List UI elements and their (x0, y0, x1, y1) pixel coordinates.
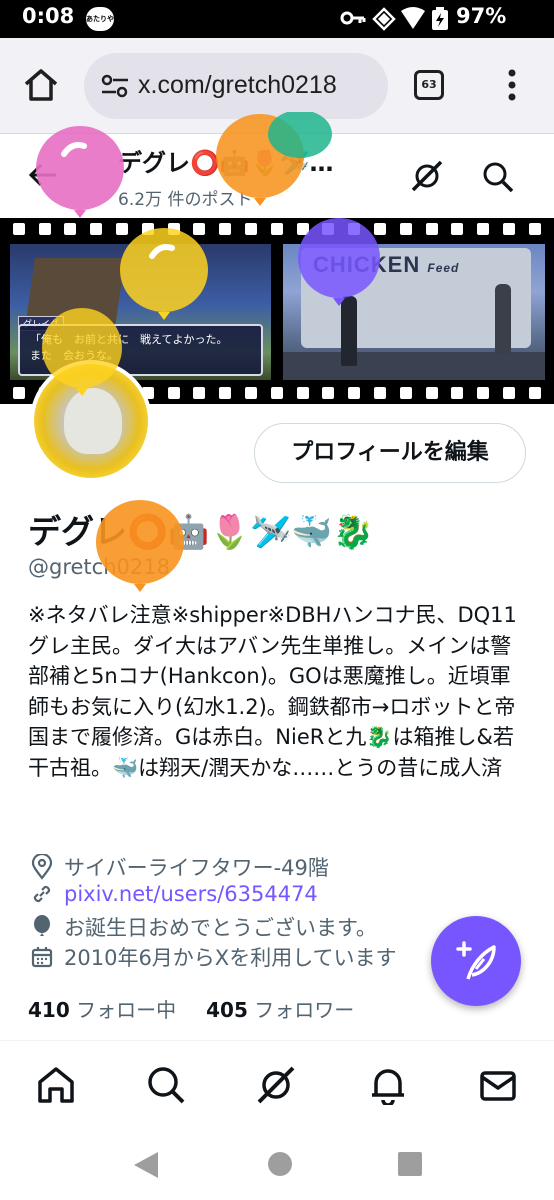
location-pin-icon (31, 854, 53, 880)
system-navigation-bar (0, 1130, 554, 1200)
browser-menu-icon[interactable] (505, 68, 519, 102)
followers-link[interactable]: 405 フォロワー (206, 998, 354, 1022)
home-icon[interactable] (36, 1065, 76, 1105)
back-arrow-icon[interactable] (28, 161, 58, 189)
link-row: pixiv.net/users/6354474 (30, 882, 318, 906)
truck-sign: CHICKEN Feed (313, 252, 460, 277)
status-bar: 0:08 あたりや 97% (0, 0, 554, 38)
following-link[interactable]: 410 フォロー中 (28, 998, 176, 1022)
birthday-text: お誕生日おめでとうございます。 (64, 916, 377, 940)
handle: @gretch0218 (28, 555, 170, 579)
bottom-tab-bar (0, 1040, 554, 1130)
joined-text: 2010年6月からXを利用しています (64, 946, 397, 970)
explore-search-icon[interactable] (146, 1065, 186, 1105)
system-recents-icon[interactable] (396, 1150, 424, 1178)
compose-post-button[interactable] (431, 916, 521, 1006)
data-arrows-icon (372, 7, 396, 31)
balloon-icon (34, 915, 50, 936)
grok-tab-icon[interactable] (256, 1065, 296, 1105)
browser-home-icon[interactable] (22, 67, 60, 103)
joined-row: 2010年6月からXを利用しています (30, 942, 397, 972)
dialog-line-1: 「俺も お前と共に 戦えてよかった。 (30, 333, 228, 346)
display-name: デグレ⭕🤖🌷🛩️🐳🐉 (28, 512, 374, 551)
calendar-icon (31, 947, 53, 968)
feather-plus-icon (456, 941, 496, 980)
post-count: 6.2万 件のポスト (118, 190, 253, 210)
site-settings-icon[interactable] (100, 73, 130, 99)
dialog-box: 「俺も お前と共に 戦えてよかった。 また 会おうな。 (18, 324, 263, 376)
film-sprockets-top (0, 220, 554, 238)
location-text: サイバーライフタワー-49階 (64, 856, 329, 880)
avatar[interactable] (30, 360, 152, 482)
grok-icon[interactable] (410, 159, 444, 193)
notifications-icon[interactable] (368, 1065, 408, 1105)
location-row: サイバーライフタワー-49階 (30, 852, 329, 882)
status-time: 0:08 (22, 4, 75, 28)
system-home-icon[interactable] (266, 1150, 294, 1178)
search-icon[interactable] (482, 161, 514, 193)
battery-percent: 97% (456, 4, 507, 28)
bio: ※ネタバレ注意※shipper※DBHハンコナ民、DQ11グレ主民。ダイ大はアバ… (28, 603, 517, 780)
birthday-row: お誕生日おめでとうございます。 (30, 912, 377, 942)
messages-icon[interactable] (478, 1065, 518, 1105)
browser-toolbar: x.com/gretch0218 63 (0, 38, 554, 134)
link-icon (33, 885, 51, 903)
key-icon (340, 11, 366, 25)
system-back-icon[interactable] (132, 1150, 160, 1180)
follow-stats: 410 フォロー中 405 フォロワー (28, 994, 354, 1023)
banner-frame-game-scene: グレイグ 「俺も お前と共に 戦えてよかった。 また 会おうな。 (10, 244, 271, 380)
app-notification-icon: あたりや (86, 7, 114, 31)
header-display-name: デグレ⭕🤖🌷🛩️… (118, 149, 334, 177)
wifi-icon (401, 7, 425, 29)
dialog-line-2: また 会おうな。 (30, 349, 118, 362)
url-text[interactable]: x.com/gretch0218 (138, 71, 337, 100)
edit-profile-button[interactable]: プロフィールを編集 (254, 423, 526, 483)
profile-link[interactable]: pixiv.net/users/6354474 (64, 882, 318, 906)
profile-header-bar: デグレ⭕🤖🌷🛩️… 6.2万 件のポスト (0, 135, 554, 217)
address-bar[interactable]: x.com/gretch0218 (84, 53, 388, 119)
banner-frame-street-scene: CHICKEN Feed (283, 244, 545, 380)
tab-switcher-button[interactable]: 63 (414, 70, 444, 100)
battery-charging-icon (432, 7, 448, 30)
